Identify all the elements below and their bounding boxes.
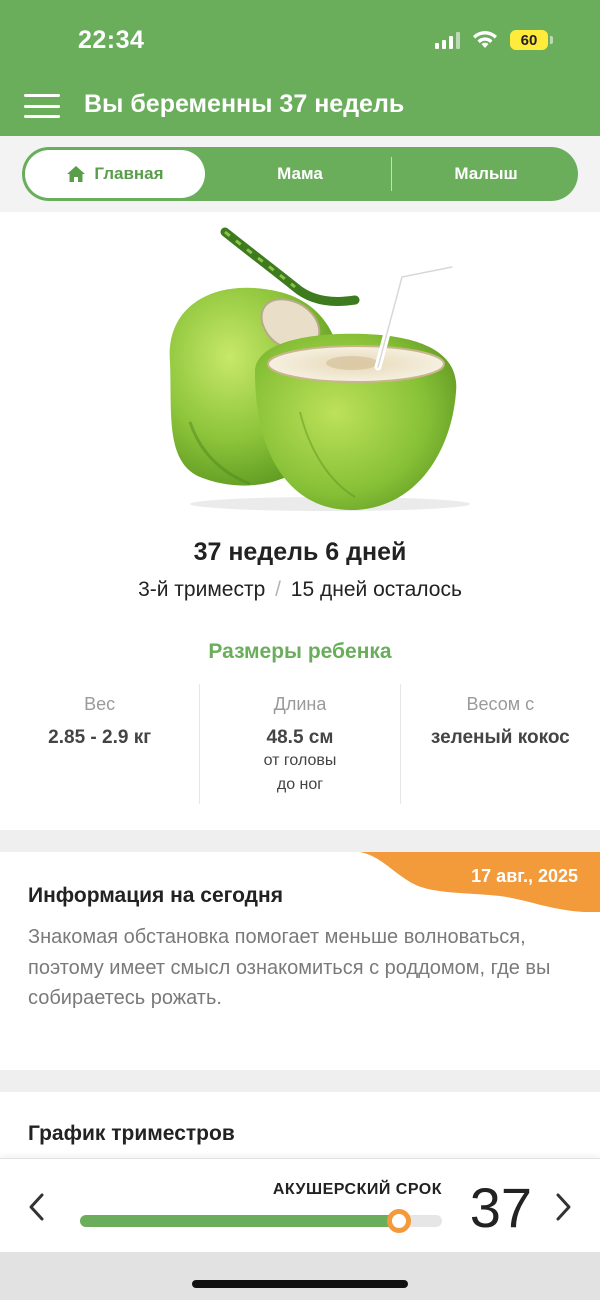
stat-weight-label: Вес xyxy=(84,694,116,714)
tab-home-label: Главная xyxy=(94,164,164,183)
trimester-chart-card[interactable]: График триместров xyxy=(0,1092,600,1162)
home-indicator-area xyxy=(0,1252,600,1300)
coconut-image xyxy=(169,227,470,511)
tab-baby[interactable]: Малыш xyxy=(394,147,578,201)
tab-home[interactable]: Главная xyxy=(25,150,205,198)
tab-mama-label: Мама xyxy=(277,164,323,183)
week-progress-handle[interactable] xyxy=(386,1209,411,1233)
tabbar: Главная Мама Малыш xyxy=(22,147,578,201)
home-icon xyxy=(67,166,86,182)
current-week-number: 37 xyxy=(469,1176,532,1239)
page-title: Вы беременны 37 недель xyxy=(84,90,405,118)
info-text: Знакомая обстановка помогает меньше волн… xyxy=(28,926,551,1009)
tab-baby-label: Малыш xyxy=(454,164,518,183)
trimester-chart-title: График триместров xyxy=(28,1122,235,1145)
stat-length: Длина 48.5 см от головы до ног xyxy=(199,684,399,804)
baby-size-title: Размеры ребенка xyxy=(208,640,392,663)
tab-mama[interactable]: Мама xyxy=(208,147,392,201)
menu-button[interactable] xyxy=(24,92,60,120)
stat-weight: Вес 2.85 - 2.9 кг xyxy=(0,684,199,804)
stat-weight-value: 2.85 - 2.9 кг xyxy=(48,727,152,748)
stat-compare: Весом с зеленый кокос xyxy=(399,684,600,804)
trimester-info: 3-й триместр / 15 дней осталось xyxy=(0,578,600,602)
tabbar-container: Главная Мама Малыш xyxy=(0,136,600,212)
stat-length-label: Длина xyxy=(273,694,327,714)
days-remaining: 15 дней осталось xyxy=(290,578,462,601)
pregnancy-summary-card: 37 недель 6 дней 3-й триместр / 15 дней … xyxy=(0,212,600,830)
trimester-label: 3-й триместр xyxy=(138,578,266,601)
obstetric-term-label: АКУШЕРСКИЙ СРОК xyxy=(272,1181,442,1198)
battery-icon: 60 xyxy=(510,30,553,50)
status-icons: 60 xyxy=(435,26,553,54)
info-title: Информация на сегодня xyxy=(28,884,283,907)
stat-length-note-2: до ног xyxy=(276,776,324,793)
pregnancy-duration: 37 недель 6 дней xyxy=(193,538,407,566)
tab-divider xyxy=(391,157,392,191)
chevron-left-icon[interactable] xyxy=(22,1189,52,1225)
cellular-signal-icon xyxy=(435,31,460,49)
status-time: 22:34 xyxy=(78,26,145,54)
stat-compare-label: Весом с xyxy=(466,694,535,714)
stat-length-note-1: от головы xyxy=(263,752,337,769)
stat-length-value: 48.5 см xyxy=(266,727,334,748)
wifi-icon xyxy=(473,31,497,48)
week-progress-fill xyxy=(80,1215,399,1227)
week-progress-slider[interactable] xyxy=(80,1209,442,1233)
week-navigator: АКУШЕРСКИЙ СРОК 37 xyxy=(0,1158,600,1252)
home-indicator[interactable] xyxy=(192,1280,408,1288)
baby-size-stats: Вес 2.85 - 2.9 кг Длина 48.5 см от голов… xyxy=(0,684,600,804)
daily-info-card[interactable]: 17 авг., 2025 Информация на сегодня Знак… xyxy=(0,852,600,1070)
chevron-right-icon[interactable] xyxy=(548,1189,578,1225)
stat-compare-value: зеленый кокос xyxy=(430,727,570,748)
trimester-separator: / xyxy=(275,578,281,601)
info-date: 17 авг., 2025 xyxy=(471,866,578,886)
